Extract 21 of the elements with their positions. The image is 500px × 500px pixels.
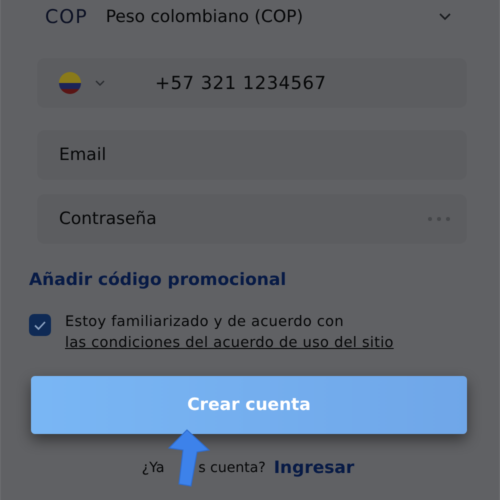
- chevron-down-icon: [95, 80, 105, 86]
- promo-code-link[interactable]: Añadir código promocional: [29, 270, 286, 290]
- email-field[interactable]: Email: [37, 130, 467, 180]
- phone-number: +57 321 1234567: [155, 72, 326, 94]
- arrow-icon: [165, 428, 211, 488]
- currency-select[interactable]: Peso colombiano (COP): [106, 7, 421, 27]
- password-input[interactable]: Contraseña: [59, 209, 427, 229]
- terms-text: Estoy familiarizado y de acuerdo con las condiciones del acuerdo de uso del sitio: [65, 313, 395, 353]
- terms-link[interactable]: las condiciones del acuerdo de uso del sitio: [65, 335, 394, 351]
- login-prompt: ¿Ya: [142, 460, 164, 476]
- password-field[interactable]: Contraseña: [37, 194, 467, 244]
- login-link[interactable]: Ingresar: [274, 458, 354, 478]
- flag-icon: [59, 72, 81, 94]
- phone-field[interactable]: +57 321 1234567: [37, 58, 467, 108]
- chevron-down-icon: [439, 13, 451, 21]
- create-account-button[interactable]: Crear cuenta: [31, 376, 467, 434]
- terms-checkbox[interactable]: [29, 314, 51, 336]
- email-input[interactable]: Email: [59, 145, 451, 165]
- check-icon: [34, 320, 46, 330]
- currency-code: COP: [45, 6, 88, 28]
- login-prompt: s cuenta?: [198, 460, 266, 476]
